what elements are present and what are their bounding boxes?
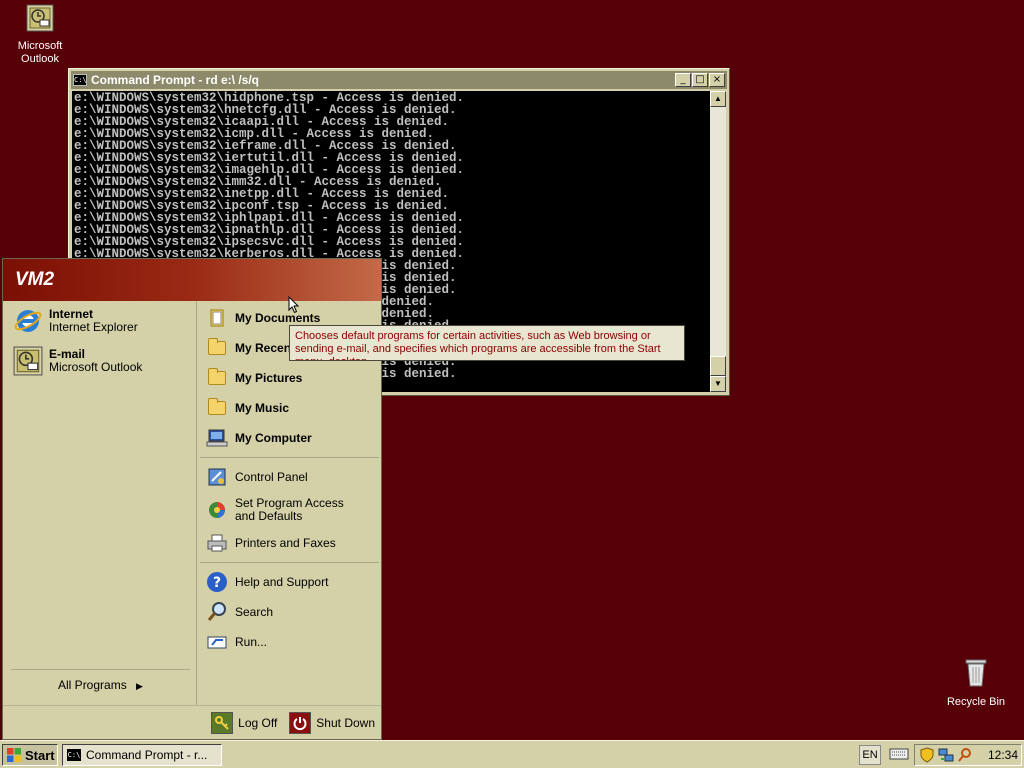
power-icon	[289, 711, 312, 734]
desktop-icon-outlook[interactable]: Microsoft Outlook	[2, 4, 78, 66]
program-access-icon	[206, 499, 228, 521]
menu-item-printers-and-faxes[interactable]: Printers and Faxes	[198, 528, 381, 558]
tooltip: Chooses default programs for certain act…	[289, 325, 685, 361]
menu-item-label: Help and Support	[235, 574, 329, 589]
my-documents-icon	[206, 307, 228, 329]
menu-item-label: Printers and Faxes	[235, 535, 336, 550]
taskbar-button-command-prompt[interactable]: C:\ Command Prompt - r...	[62, 744, 222, 766]
menu-item-label: My Music	[235, 400, 290, 415]
command-prompt-icon: C:\	[73, 74, 87, 86]
taskbar: Start C:\ Command Prompt - r... EN 12:34	[0, 740, 1024, 768]
window-title: Command Prompt - rd e:\ /s/q	[91, 73, 260, 87]
mouse-cursor-icon	[288, 296, 300, 314]
run-icon	[206, 631, 228, 653]
shut-down-label: Shut Down	[316, 715, 375, 730]
scrollbar-thumb[interactable]	[710, 356, 726, 376]
menu-item-set-program-access[interactable]: Set Program Access and Defaults	[198, 492, 381, 528]
desktop-icon-label: Microsoft	[17, 40, 63, 52]
scroll-up-button[interactable]: ▲	[710, 91, 726, 107]
control-panel-icon	[206, 466, 228, 488]
shut-down-button[interactable]: Shut Down	[289, 711, 375, 734]
menu-item-control-panel[interactable]: Control Panel	[198, 462, 381, 492]
menu-item-my-pictures[interactable]: My Pictures	[198, 363, 381, 393]
menu-item-label: Control Panel	[235, 469, 308, 484]
menu-item-my-music[interactable]: My Music	[198, 393, 381, 423]
internet-explorer-icon	[14, 310, 42, 332]
menu-item-run[interactable]: Run...	[198, 627, 381, 657]
menu-item-label: My Pictures	[235, 370, 303, 385]
log-off-button[interactable]: Log Off	[211, 711, 278, 734]
folder-icon	[206, 367, 228, 389]
outlook-icon	[26, 4, 54, 32]
keyboard-icon[interactable]	[889, 747, 909, 761]
user-name: VM2	[15, 269, 55, 290]
menu-item-label: My Documents	[235, 310, 321, 325]
pinned-item-subtitle: Internet Explorer	[49, 320, 138, 334]
language-label: EN	[862, 749, 878, 761]
menu-item-help-and-support[interactable]: ? Help and Support	[198, 567, 381, 597]
computer-icon	[206, 427, 228, 449]
pinned-item-subtitle: Microsoft Outlook	[49, 360, 143, 374]
security-shield-icon[interactable]	[919, 747, 935, 763]
log-off-label: Log Off	[238, 715, 278, 730]
menu-item-label: My Computer	[235, 430, 312, 445]
svg-text:?: ?	[213, 575, 221, 591]
windows-logo-icon	[7, 748, 21, 762]
menu-item-search[interactable]: Search	[198, 597, 381, 627]
recycle-bin-icon	[965, 659, 987, 687]
pinned-item-email[interactable]: E-mail Microsoft Outlook	[3, 341, 196, 381]
clock[interactable]: 12:34	[988, 748, 1018, 762]
all-programs-label: All Programs	[58, 678, 127, 692]
magnifier-icon[interactable]	[957, 747, 973, 763]
network-icon[interactable]	[938, 747, 954, 763]
command-prompt-icon: C:\	[67, 749, 81, 761]
menu-item-label: Set Program Access and Defaults	[235, 496, 344, 523]
close-button[interactable]: ×	[709, 73, 725, 87]
desktop-icon-label: Outlook	[21, 53, 59, 65]
desktop-icon-label: Recycle Bin	[946, 696, 1006, 708]
printer-icon	[206, 532, 228, 554]
menu-item-label: Search	[235, 604, 274, 619]
desktop-icon-recycle-bin[interactable]: Recycle Bin	[938, 656, 1014, 709]
start-label: Start	[25, 747, 55, 763]
help-icon: ?	[206, 571, 228, 593]
start-button[interactable]: Start	[2, 744, 58, 766]
folder-icon	[206, 337, 228, 359]
search-icon	[206, 601, 228, 623]
maximize-button[interactable]: □	[692, 73, 708, 87]
start-menu-footer: Log Off Shut Down	[3, 705, 381, 739]
folder-icon	[206, 397, 228, 419]
all-programs-button[interactable]: All Programs ▶	[11, 669, 190, 705]
menu-item-label: Run...	[235, 634, 268, 649]
menu-separator	[200, 457, 379, 458]
outlook-icon	[13, 346, 43, 376]
menu-separator	[200, 562, 379, 563]
pinned-item-internet[interactable]: Internet Internet Explorer	[3, 301, 196, 341]
arrow-right-icon: ▶	[136, 681, 143, 691]
tooltip-text: Chooses default programs for certain act…	[295, 330, 661, 360]
language-indicator[interactable]: EN	[859, 745, 881, 765]
window-titlebar[interactable]: C:\ Command Prompt - rd e:\ /s/q _ □ ×	[71, 71, 727, 89]
key-icon	[211, 711, 234, 734]
menu-item-my-computer[interactable]: My Computer	[198, 423, 381, 453]
start-menu-pinned-column: Internet Internet Explorer E-mail Micros…	[3, 301, 197, 705]
minimize-button[interactable]: _	[675, 73, 691, 87]
system-tray: 12:34	[914, 744, 1022, 766]
scroll-down-button[interactable]: ▼	[710, 376, 726, 392]
vertical-scrollbar[interactable]: ▲ ▼	[710, 91, 726, 392]
start-menu-places-column: My Documents My Recent Documents My Pict…	[198, 301, 381, 705]
start-menu-user-banner: VM2	[3, 259, 381, 301]
taskbar-button-label: Command Prompt - r...	[86, 748, 208, 762]
